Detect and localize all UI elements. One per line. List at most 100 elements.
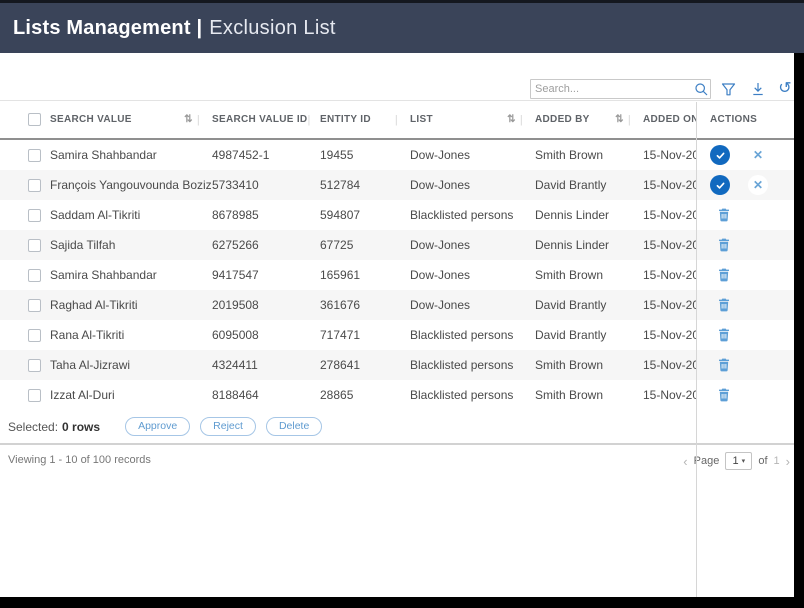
- trash-icon[interactable]: [697, 328, 730, 342]
- trash-icon[interactable]: [697, 208, 730, 222]
- cell-search-value: Izzat Al-Duri: [50, 388, 212, 402]
- toolbar: ↺: [0, 53, 804, 101]
- actions-cell: ✕: [697, 145, 794, 165]
- page-total: 1: [774, 455, 780, 467]
- reject-x-icon[interactable]: ✕: [748, 175, 768, 195]
- page-number: 1: [733, 455, 739, 467]
- cell-added-on: 15-Nov-2019,: [643, 388, 697, 402]
- row-checkbox[interactable]: [28, 359, 41, 372]
- actions-cell: ✕: [697, 328, 794, 342]
- approve-check-icon[interactable]: [710, 175, 730, 195]
- trash-icon[interactable]: [697, 268, 730, 282]
- cell-entity-id: 717471: [320, 328, 410, 342]
- table-header: SEARCH VALUE ⇅| SEARCH VALUE ID | ENTITY…: [0, 101, 804, 140]
- table-row: Taha Al-Jizrawi 4324411 278641 Blacklist…: [0, 350, 804, 380]
- row-checkbox[interactable]: [28, 269, 41, 282]
- trash-icon[interactable]: [697, 298, 730, 312]
- actions-cell: ✕: [697, 208, 794, 222]
- column-header-list[interactable]: LIST ⇅|: [410, 114, 535, 126]
- window-edge-bottom: [0, 597, 804, 608]
- page-subtitle: Exclusion List: [209, 17, 335, 40]
- cell-entity-id: 67725: [320, 238, 410, 252]
- actions-cell: ✕: [697, 175, 794, 195]
- cell-added-by: David Brantly: [535, 178, 643, 192]
- table-row: Sajida Tilfah 6275266 67725 Dow-Jones De…: [0, 230, 804, 260]
- cell-list: Dow-Jones: [410, 148, 535, 162]
- sort-icon[interactable]: ⇅: [184, 114, 193, 125]
- cell-search-value: Samira Shahbandar: [50, 148, 212, 162]
- cell-search-value-id: 4324411: [212, 358, 320, 372]
- row-checkbox[interactable]: [28, 239, 41, 252]
- cell-added-by: Smith Brown: [535, 148, 643, 162]
- trash-icon[interactable]: [697, 238, 730, 252]
- cell-search-value: Rana Al-Tikriti: [50, 328, 212, 342]
- sort-icon[interactable]: ⇅: [507, 114, 516, 125]
- cell-entity-id: 19455: [320, 148, 410, 162]
- column-header-search-value[interactable]: SEARCH VALUE ⇅|: [50, 114, 212, 126]
- cell-search-value: Taha Al-Jizrawi: [50, 358, 212, 372]
- select-all-checkbox[interactable]: [28, 113, 41, 126]
- column-header-actions: ACTIONS: [697, 114, 794, 125]
- column-header-entity-id[interactable]: ENTITY ID |: [320, 114, 410, 126]
- trash-icon[interactable]: [697, 388, 730, 402]
- actions-cell: ✕: [697, 268, 794, 282]
- row-checkbox[interactable]: [28, 389, 41, 402]
- cell-added-on: 15-Nov-2019,: [643, 358, 697, 372]
- actions-cell: ✕: [697, 388, 794, 402]
- actions-cell: ✕: [697, 358, 794, 372]
- actions-cell: ✕: [697, 238, 794, 252]
- cell-entity-id: 361676: [320, 298, 410, 312]
- selected-count: 0 rows: [62, 420, 100, 434]
- cell-added-by: Smith Brown: [535, 268, 643, 282]
- approve-button[interactable]: Approve: [125, 417, 190, 436]
- row-checkbox[interactable]: [28, 329, 41, 342]
- restore-icon[interactable]: ↺: [776, 80, 794, 98]
- cell-added-on: 15-Nov-2019,: [643, 208, 697, 222]
- column-divider: |: [395, 114, 398, 126]
- search-input[interactable]: [531, 83, 692, 95]
- row-checkbox[interactable]: [28, 149, 41, 162]
- cell-search-value-id: 6275266: [212, 238, 320, 252]
- cell-added-by: Dennis Linder: [535, 238, 643, 252]
- reject-x-icon[interactable]: ✕: [748, 145, 768, 165]
- cell-search-value: Raghad Al-Tikriti: [50, 298, 212, 312]
- cell-list: Blacklisted persons: [410, 328, 535, 342]
- row-checkbox[interactable]: [28, 299, 41, 312]
- column-header-added-by[interactable]: ADDED BY ⇅|: [535, 114, 643, 126]
- cell-entity-id: 28865: [320, 388, 410, 402]
- selected-label: Selected:: [8, 420, 58, 434]
- cell-added-on: 15-Nov-2019,: [643, 238, 697, 252]
- selection-bar: Selected: 0 rows Approve Reject Delete: [0, 410, 804, 443]
- of-label: of: [758, 455, 767, 467]
- delete-button[interactable]: Delete: [266, 417, 322, 436]
- table-row: Raghad Al-Tikriti 2019508 361676 Dow-Jon…: [0, 290, 804, 320]
- window-edge-right: [794, 53, 804, 608]
- row-checkbox[interactable]: [28, 179, 41, 192]
- trash-icon[interactable]: [697, 358, 730, 372]
- page-select[interactable]: 1 ▾: [725, 452, 752, 470]
- table-row: Samira Shahbandar 4987452-1 19455 Dow-Jo…: [0, 140, 804, 170]
- sort-icon[interactable]: ⇅: [615, 114, 624, 125]
- filter-icon[interactable]: [719, 80, 737, 98]
- actions-column-divider: [696, 102, 697, 597]
- column-header-search-value-id[interactable]: SEARCH VALUE ID |: [212, 114, 320, 126]
- chevron-left-icon[interactable]: ‹: [683, 455, 687, 468]
- page-label: Page: [694, 455, 720, 467]
- download-icon[interactable]: [749, 80, 767, 98]
- row-checkbox[interactable]: [28, 209, 41, 222]
- cell-search-value-id: 4987452-1: [212, 148, 320, 162]
- column-header-added-on[interactable]: ADDED ON: [643, 114, 697, 125]
- cell-search-value-id: 5733410: [212, 178, 320, 192]
- cell-entity-id: 512784: [320, 178, 410, 192]
- chevron-right-icon[interactable]: ›: [786, 455, 790, 468]
- cell-entity-id: 278641: [320, 358, 410, 372]
- approve-check-icon[interactable]: [710, 145, 730, 165]
- reject-button[interactable]: Reject: [200, 417, 256, 436]
- column-divider: |: [307, 114, 310, 126]
- cell-entity-id: 165961: [320, 268, 410, 282]
- cell-added-by: David Brantly: [535, 298, 643, 312]
- cell-added-by: Smith Brown: [535, 358, 643, 372]
- cell-search-value-id: 2019508: [212, 298, 320, 312]
- select-all-cell: [0, 113, 50, 126]
- search-icon[interactable]: [692, 83, 710, 96]
